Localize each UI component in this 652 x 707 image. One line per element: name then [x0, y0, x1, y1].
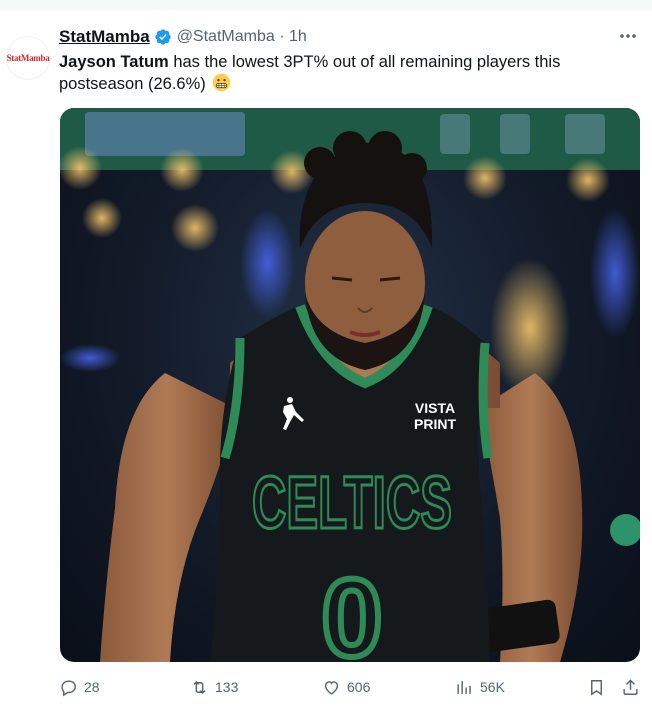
reply-button[interactable]: 28	[59, 674, 100, 700]
author-display-name[interactable]: StatMamba	[59, 27, 150, 47]
bookmark-button[interactable]	[587, 674, 612, 700]
tweet-card[interactable]: StatMamba StatMamba @StatMamba · 1h Jays…	[0, 10, 652, 707]
avatar-logo-text: StatMamba	[6, 53, 50, 63]
views-button[interactable]: 56K	[455, 674, 505, 700]
share-button[interactable]	[621, 674, 646, 700]
reply-icon	[61, 679, 76, 696]
heart-icon	[324, 680, 339, 695]
jersey-team-name: CELTICS	[252, 461, 452, 544]
jersey-number: 0	[321, 557, 382, 662]
author-handle-time[interactable]: @StatMamba · 1h	[177, 28, 307, 46]
tweet-header: StatMamba @StatMamba · 1h	[59, 27, 307, 47]
player-photo-illustration: VISTA PRINT CELTICS 0	[60, 108, 640, 662]
views-chart-icon	[457, 680, 471, 694]
views-count: 56K	[480, 679, 505, 695]
repost-button[interactable]: 133	[190, 674, 238, 700]
tweet-text-bold: Jayson Tatum	[59, 53, 169, 71]
more-options-icon[interactable]	[618, 26, 638, 46]
verified-badge-icon	[154, 28, 172, 46]
sponsor-text-line2: PRINT	[414, 416, 456, 432]
sponsor-text-line1: VISTA	[415, 400, 455, 416]
tweet-text: Jayson Tatum has the lowest 3PT% out of …	[59, 51, 619, 95]
tweet-photo[interactable]: VISTA PRINT CELTICS 0	[60, 108, 640, 662]
action-bar: 28 133 606 56K	[0, 674, 652, 700]
like-count: 606	[347, 679, 371, 695]
share-icon	[623, 678, 638, 695]
like-button[interactable]: 606	[322, 674, 370, 700]
repost-icon	[193, 680, 206, 694]
grimacing-face-emoji-icon	[212, 73, 231, 92]
avatar[interactable]: StatMamba	[6, 36, 50, 80]
bookmark-icon	[591, 679, 602, 696]
reply-count: 28	[84, 679, 100, 695]
repost-count: 133	[215, 679, 239, 695]
